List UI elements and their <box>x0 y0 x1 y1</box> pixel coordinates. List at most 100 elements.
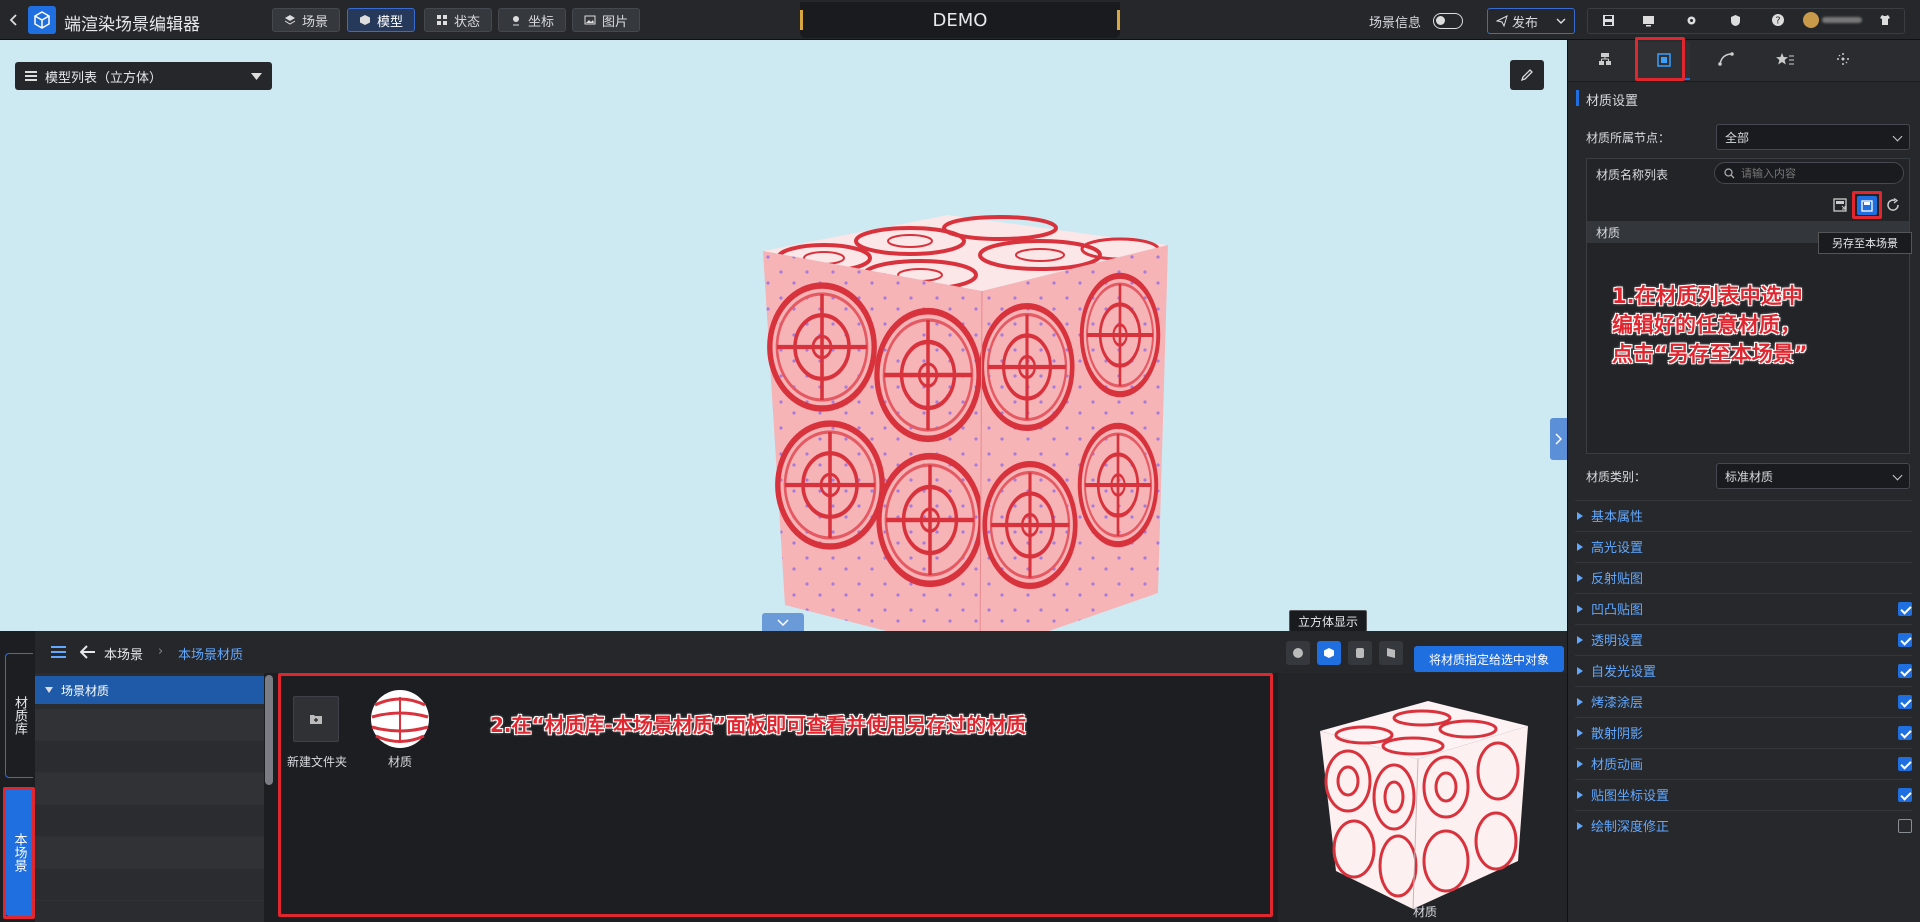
top-bar: 端渲染场景编辑器 场景 模型 状态 坐标 图片 DEMO 场景信息 发布 ? <box>0 0 1920 40</box>
scene-info-toggle[interactable] <box>1433 13 1463 29</box>
property-section-label: 绘制深度修正 <box>1591 820 1670 835</box>
property-section-2[interactable]: 反射贴图 <box>1575 562 1912 592</box>
property-section-label: 材质动画 <box>1591 758 1644 773</box>
tab-coordinate-label: 坐标 <box>527 14 554 30</box>
property-section-9[interactable]: 贴图坐标设置 <box>1575 779 1912 809</box>
property-section-checkbox[interactable] <box>1898 726 1912 740</box>
tab-material-library[interactable]: 材质库 <box>5 653 33 778</box>
property-section-label: 基本属性 <box>1591 510 1644 525</box>
export-material-icon[interactable] <box>1833 198 1847 216</box>
chevron-down-icon <box>1892 470 1903 481</box>
property-section-checkbox[interactable] <box>1898 788 1912 802</box>
collapse-bottom-panel-button[interactable] <box>762 613 804 631</box>
preview-sphere-button[interactable] <box>1286 641 1310 665</box>
shirt-icon[interactable] <box>1875 10 1895 30</box>
property-section-checkbox[interactable] <box>1898 757 1912 771</box>
edit-tool-button[interactable] <box>1510 60 1544 90</box>
caret-right-icon <box>1577 666 1583 675</box>
tab-coordinate[interactable]: 坐标 <box>498 8 566 32</box>
display-mode-tooltip: 立方体显示 <box>1289 610 1368 632</box>
caret-right-icon <box>1577 635 1583 644</box>
node-label: 材质所属节点： <box>1586 131 1671 145</box>
particle-tab-icon[interactable] <box>1836 52 1850 70</box>
scene-info-label: 场景信息 <box>1369 16 1422 31</box>
property-section-0[interactable]: 基本属性 <box>1575 500 1912 530</box>
property-section-3[interactable]: 凹凸贴图 <box>1575 593 1912 623</box>
model-list-dropdown[interactable]: 模型列表（立方体） <box>15 62 272 90</box>
property-section-checkbox[interactable] <box>1898 695 1912 709</box>
shield-icon[interactable] <box>1725 10 1745 30</box>
assign-material-button[interactable]: 将材质指定给选中对象 <box>1414 646 1564 672</box>
annotation-step1-line: 1.在材质列表中选中 <box>1612 284 1803 308</box>
property-section-label: 反射贴图 <box>1591 572 1644 587</box>
caret-right-icon <box>1577 697 1583 706</box>
hamburger-icon[interactable] <box>51 646 66 662</box>
cube-model[interactable] <box>750 215 1190 660</box>
property-section-checkbox[interactable] <box>1898 819 1912 833</box>
tree-item-scene-materials[interactable]: 场景材质 <box>35 676 264 704</box>
tab-state[interactable]: 状态 <box>424 8 492 32</box>
property-section-7[interactable]: 散射阴影 <box>1575 717 1912 747</box>
tab-model[interactable]: 模型 <box>347 8 415 32</box>
caret-right-icon <box>1577 604 1583 613</box>
favorite-tab-icon[interactable] <box>1776 52 1794 70</box>
tab-image[interactable]: 图片 <box>572 8 640 32</box>
highlight-this-scene-tab <box>3 787 35 919</box>
preview-cylinder-button[interactable] <box>1348 641 1372 665</box>
save-icon[interactable] <box>1598 10 1618 30</box>
tree-scrollbar-thumb[interactable] <box>265 675 273 785</box>
publish-label: 发布 <box>1512 15 1539 31</box>
node-select[interactable]: 全部 <box>1716 124 1910 150</box>
property-section-1[interactable]: 高光设置 <box>1575 531 1912 561</box>
property-section-10[interactable]: 绘制深度修正 <box>1575 810 1912 840</box>
breadcrumb-current: 本场景材质 <box>178 648 244 663</box>
help-icon[interactable]: ? <box>1768 10 1788 30</box>
image-icon <box>584 15 596 25</box>
3d-viewport[interactable]: 模型列表（立方体） 立方体显示 <box>0 40 1567 656</box>
chevron-down-icon <box>777 618 789 626</box>
section-marker <box>1576 90 1579 106</box>
property-section-6[interactable]: 烤漆涂层 <box>1575 686 1912 716</box>
preview-plane-button[interactable] <box>1379 641 1403 665</box>
material-name-list-label: 材质名称列表 <box>1596 168 1669 182</box>
avatar[interactable] <box>1803 12 1819 28</box>
property-section-4[interactable]: 透明设置 <box>1575 624 1912 654</box>
category-select[interactable]: 标准材质 <box>1716 463 1910 489</box>
tab-scene[interactable]: 场景 <box>272 8 340 32</box>
curve-tab-icon[interactable] <box>1718 52 1734 70</box>
tab-image-label: 图片 <box>601 14 628 30</box>
property-section-checkbox[interactable] <box>1898 602 1912 616</box>
property-section-5[interactable]: 自发光设置 <box>1575 655 1912 685</box>
tab-state-label: 状态 <box>453 14 480 30</box>
highlight-material-tab <box>1635 37 1685 81</box>
save-to-scene-tooltip: 另存至本场景 <box>1818 232 1912 254</box>
preview-cube-button[interactable] <box>1317 641 1341 665</box>
property-section-checkbox[interactable] <box>1898 664 1912 678</box>
grid-icon <box>436 15 447 25</box>
refresh-icon[interactable] <box>1886 197 1900 216</box>
caret-right-icon <box>1577 542 1583 551</box>
material-settings-title: 材质设置 <box>1586 94 1639 109</box>
breadcrumb-root[interactable]: 本场景 <box>104 644 143 663</box>
model-list-label: 模型列表（立方体） <box>45 70 163 86</box>
expand-right-panel-button[interactable] <box>1550 418 1567 460</box>
publish-dropdown[interactable]: 发布 <box>1487 8 1575 34</box>
property-section-8[interactable]: 材质动画 <box>1575 748 1912 778</box>
layers-icon <box>284 15 296 25</box>
hierarchy-tab-icon[interactable] <box>1598 52 1612 70</box>
monitor-icon[interactable] <box>1638 10 1658 30</box>
back-arrow-icon[interactable] <box>79 645 96 663</box>
send-icon <box>1496 15 1508 27</box>
tree-item-label: 场景材质 <box>61 683 110 698</box>
back-arrow-icon[interactable] <box>4 10 24 30</box>
menu-icon <box>25 71 37 81</box>
toggle-knob <box>1436 16 1445 25</box>
app-logo-icon <box>28 6 56 34</box>
property-section-checkbox[interactable] <box>1898 633 1912 647</box>
material-library-panel: ••• 材质库 本场景 本场景 › 本场景材质 场景材质 新建文件夹 材质 2.… <box>0 631 1567 922</box>
settings-icon[interactable] <box>1681 10 1701 30</box>
tab-scene-label: 场景 <box>301 14 328 30</box>
property-section-label: 散射阴影 <box>1591 727 1644 742</box>
material-search-input[interactable]: 请输入内容 <box>1714 162 1904 184</box>
caret-right-icon <box>1577 573 1583 582</box>
